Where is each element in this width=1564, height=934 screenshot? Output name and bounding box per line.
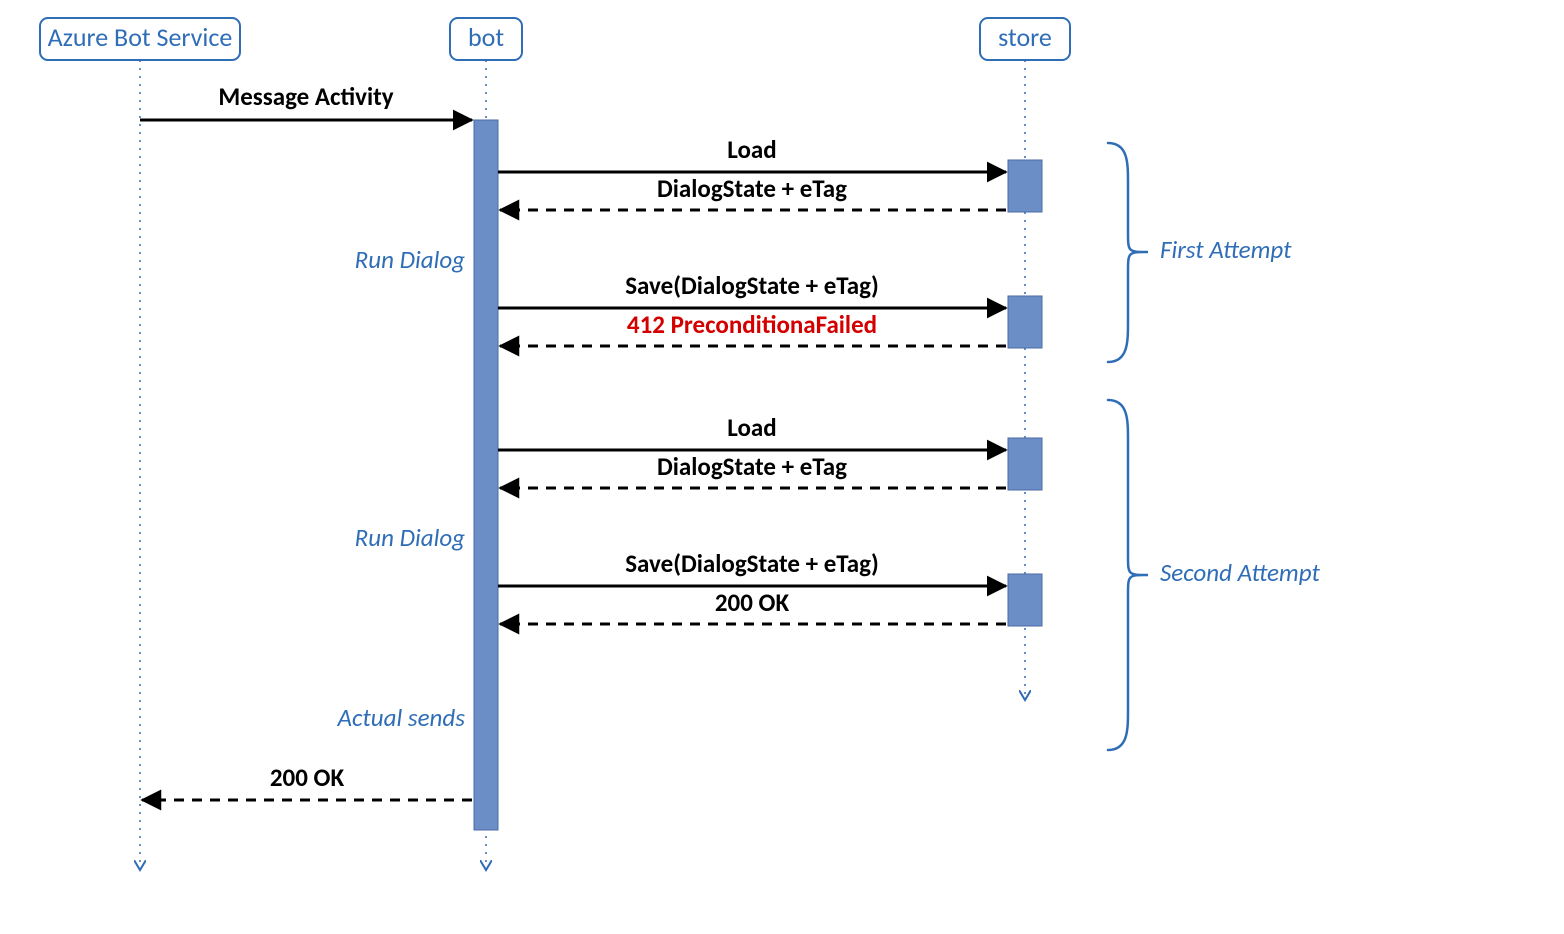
sequence-diagram: Azure Bot Service bot store Message Acti… [0, 0, 1564, 934]
msg-load-2-label: Load [727, 412, 776, 443]
brace-second-attempt: Second Attempt [1108, 400, 1320, 750]
store-activation-1 [1008, 160, 1042, 212]
msg-dialogstate-2-label: DialogState + eTag [657, 451, 847, 482]
msg-200-ok-save: 200 OK [500, 587, 1006, 624]
msg-412: 412 PreconditionaFailed [500, 309, 1006, 346]
msg-save-1-label: Save(DialogState + eTag) [625, 270, 879, 301]
participant-bot: bot [450, 18, 522, 870]
store-activation-3 [1008, 438, 1042, 490]
note-run-dialog-2: Run Dialog [355, 522, 465, 553]
brace-second-label: Second Attempt [1160, 557, 1320, 588]
msg-dialogstate-2: DialogState + eTag [500, 451, 1006, 488]
participant-azure-label: Azure Bot Service [48, 21, 233, 53]
msg-200-ok-final-label: 200 OK [270, 762, 345, 793]
brace-first-attempt: First Attempt [1108, 143, 1292, 362]
participant-azure: Azure Bot Service [40, 18, 240, 870]
msg-dialogstate-1-label: DialogState + eTag [657, 173, 847, 204]
store-activation-2 [1008, 296, 1042, 348]
participant-store-label: store [998, 21, 1052, 53]
msg-200-ok-final: 200 OK [142, 762, 472, 800]
msg-save-1: Save(DialogState + eTag) [498, 270, 1006, 308]
msg-save-2: Save(DialogState + eTag) [498, 548, 1006, 586]
msg-load-2: Load [498, 412, 1006, 450]
note-run-dialog-1: Run Dialog [355, 244, 465, 275]
msg-load-1: Load [498, 134, 1006, 172]
msg-load-1-label: Load [727, 134, 776, 165]
store-activation-4 [1008, 574, 1042, 626]
note-actual-sends: Actual sends [337, 702, 466, 733]
participant-bot-label: bot [468, 21, 504, 53]
msg-save-2-label: Save(DialogState + eTag) [625, 548, 879, 579]
msg-200-ok-save-label: 200 OK [715, 587, 790, 618]
msg-412-label: 412 PreconditionaFailed [627, 309, 877, 340]
msg-message-activity: Message Activity [140, 81, 472, 120]
msg-dialogstate-1: DialogState + eTag [500, 173, 1006, 210]
msg-message-activity-label: Message Activity [218, 81, 393, 112]
brace-first-label: First Attempt [1160, 234, 1292, 265]
